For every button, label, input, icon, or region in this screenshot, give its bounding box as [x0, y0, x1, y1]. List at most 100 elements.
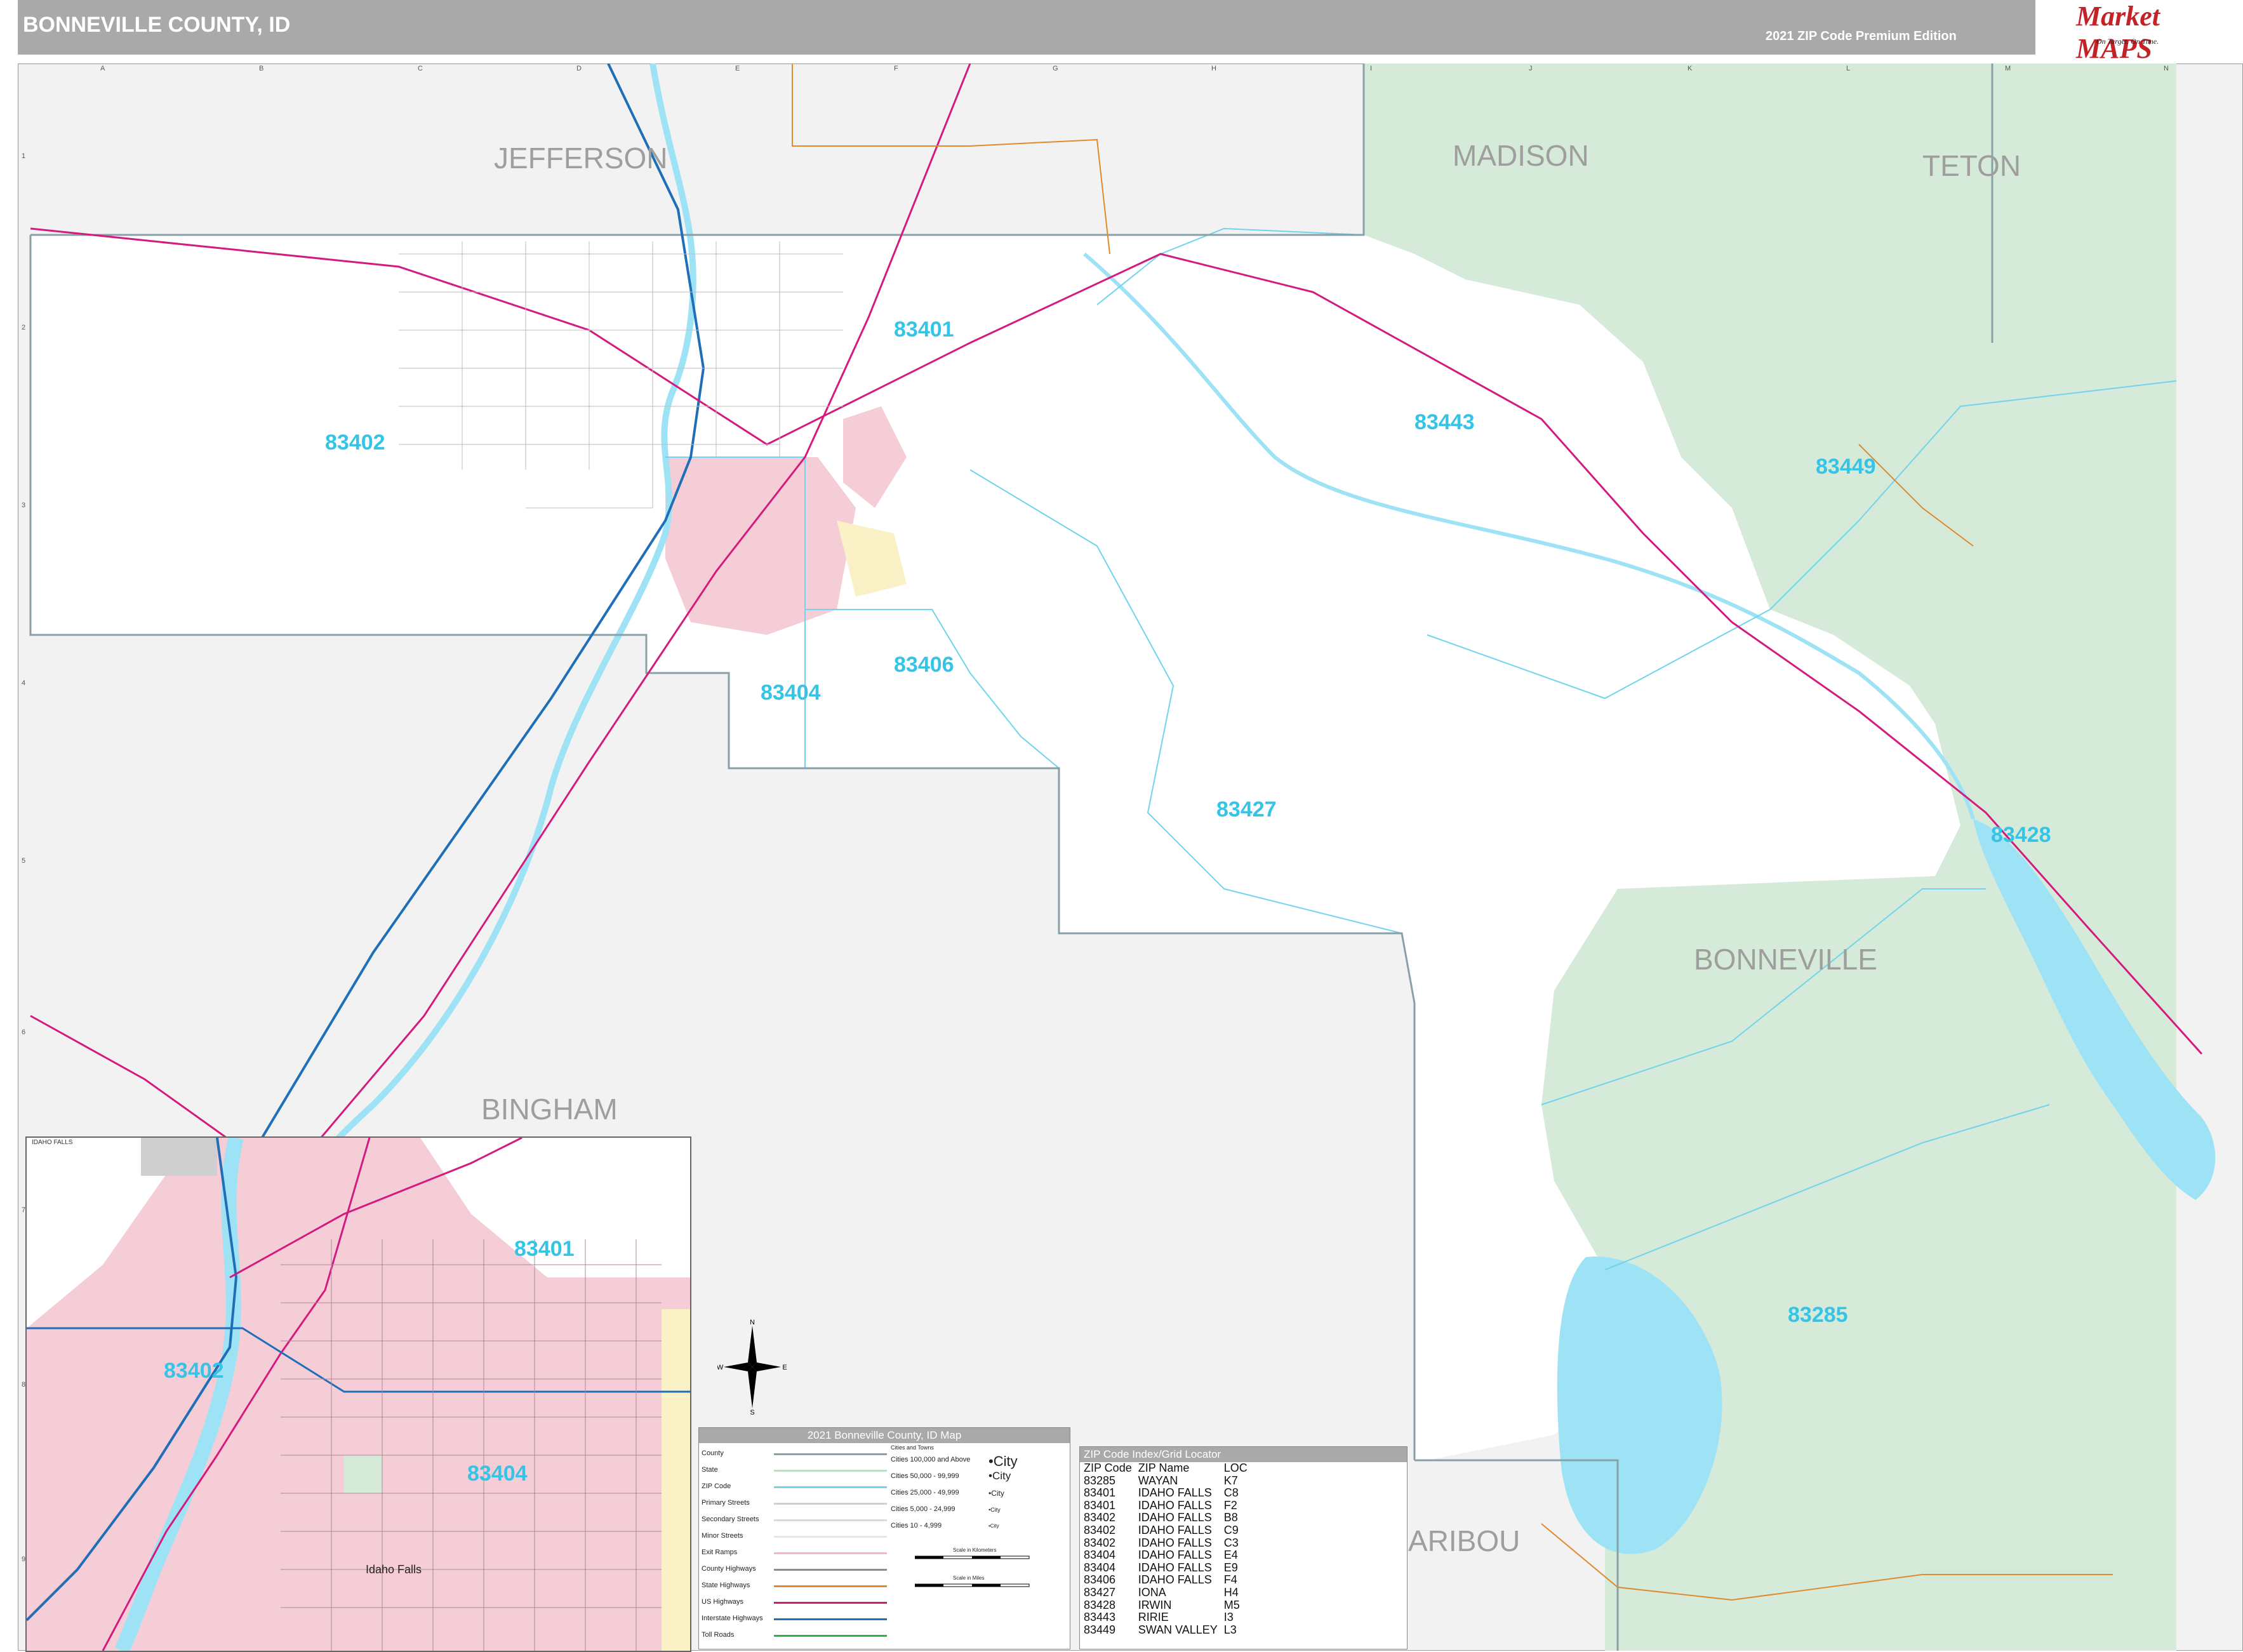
table-cell: E9 [1223, 1561, 1238, 1574]
contact-info [2198, 0, 2242, 55]
inset-zip-label-83402: 83402 [164, 1359, 224, 1383]
zip-index-title: ZIP Code Index/Grid Locator [1080, 1447, 1407, 1462]
legend-item-interstate: Interstate Highways [702, 1615, 763, 1622]
table-row: 83401 IDAHO FALLS C8 [1084, 1487, 1254, 1500]
table-cell: F4 [1223, 1573, 1237, 1587]
legend-item-us-hwy: US Highways [702, 1598, 744, 1606]
grid-col-a: A [100, 65, 105, 72]
inset-svg [27, 1138, 690, 1651]
legend-symbol-county-hwy [774, 1569, 887, 1571]
table-cell: K7 [1223, 1474, 1238, 1487]
grid-col-g: G [1053, 65, 1058, 72]
zip-label-83406: 83406 [894, 653, 954, 677]
legend-symbol-exit-ramps [774, 1552, 887, 1554]
table-row: 83404 IDAHO FALLS E4 [1084, 1549, 1254, 1562]
grid-col-j: J [1529, 65, 1533, 72]
zip-label-83404: 83404 [761, 681, 821, 705]
table-cell: C8 [1223, 1486, 1239, 1500]
legend-symbol-secondary [774, 1519, 887, 1521]
table-cell: 83449 [1084, 1623, 1116, 1636]
legend-symbol-minor [774, 1536, 887, 1538]
table-cell: IDAHO FALLS [1138, 1486, 1212, 1500]
legend-cities-header: Cities and Towns [891, 1444, 934, 1451]
county-label-teton: TETON [1922, 149, 2021, 182]
table-cell: 83443 [1084, 1611, 1116, 1624]
county-label-bonneville: BONNEVILLE [1694, 943, 1877, 976]
zip-index-header-name: ZIP Name [1138, 1462, 1190, 1474]
zip-index-header-loc: LOC [1223, 1462, 1248, 1474]
grid-col-d: D [576, 65, 582, 72]
legend-item-state-hwy: State Highways [702, 1582, 750, 1589]
table-cell: RIRIE [1138, 1611, 1169, 1624]
legend-city-class-3: Cities 25,000 - 49,999 [891, 1489, 959, 1496]
legend-item-zip: ZIP Code [702, 1482, 731, 1490]
table-row: 83443 RIRIE I3 [1084, 1611, 1254, 1624]
inset-city-label-idaho-falls: Idaho Falls [366, 1563, 422, 1576]
table-row: 83406 IDAHO FALLS F4 [1084, 1574, 1254, 1587]
legend-symbol-county [774, 1453, 887, 1455]
legend-symbol-state-hwy [774, 1585, 887, 1587]
table-cell: SWAN VALLEY [1138, 1623, 1218, 1636]
grid-col-l: L [1846, 65, 1851, 72]
legend-scale-mi: Scale in Miles [953, 1575, 985, 1581]
grid-col-b: B [259, 65, 264, 72]
zip-label-83449: 83449 [1816, 455, 1876, 479]
table-row: 83449 SWAN VALLEY L3 [1084, 1623, 1254, 1637]
legend-item-primary: Primary Streets [702, 1499, 750, 1507]
logo-tagline: On Target. On Time. [2096, 37, 2159, 46]
legend-symbol-zip [774, 1486, 887, 1488]
table-row: 83285 WAYAN K7 [1084, 1474, 1254, 1488]
grid-col-m: M [2005, 65, 2011, 72]
urban-area [665, 457, 856, 635]
legend-city-sample-1: •City [988, 1453, 1018, 1469]
table-cell: 83402 [1084, 1536, 1116, 1549]
zip-label-83402: 83402 [325, 430, 385, 455]
table-cell: IDAHO FALLS [1138, 1511, 1212, 1524]
zip-index-header-zip: ZIP Code [1084, 1462, 1132, 1474]
grid-row-4: 4 [22, 679, 26, 687]
table-cell: F2 [1223, 1498, 1237, 1512]
legend-city-sample-2: •City [988, 1470, 1011, 1482]
table-cell: 83406 [1084, 1573, 1116, 1587]
legend-city-class-1: Cities 100,000 and Above [891, 1456, 971, 1463]
legend-title: 2021 Bonneville County, ID Map [699, 1428, 1070, 1443]
grid-row-1: 1 [22, 152, 26, 160]
legend-symbol-interstate [774, 1618, 887, 1620]
compass-n: N [750, 1319, 755, 1326]
map-title: BONNEVILLE COUNTY, ID [23, 13, 291, 37]
table-cell: IDAHO FALLS [1138, 1573, 1212, 1587]
table-cell: IDAHO FALLS [1138, 1561, 1212, 1574]
forest-area-south [1618, 1479, 2176, 1651]
legend-symbol-state [774, 1470, 887, 1472]
legend-symbol-toll [774, 1635, 887, 1637]
table-cell: 83428 [1084, 1598, 1116, 1611]
table-row: 83427 IONA H4 [1084, 1586, 1254, 1599]
table-cell: IDAHO FALLS [1138, 1523, 1212, 1536]
table-cell: 83404 [1084, 1549, 1116, 1562]
table-cell: I3 [1223, 1611, 1234, 1624]
map-header: BONNEVILLE COUNTY, ID 2021 ZIP Code Prem… [18, 0, 2035, 55]
table-row: 83402 IDAHO FALLS C9 [1084, 1524, 1254, 1537]
legend-city-class-5: Cities 10 - 4,999 [891, 1522, 942, 1529]
zip-label-83443: 83443 [1414, 410, 1475, 434]
zip-index-table: ZIP Code ZIP Name LOC 83285 WAYAN K7 83401… [1084, 1462, 1254, 1636]
zip-label-83401: 83401 [894, 317, 954, 342]
grid-row-5: 5 [22, 857, 26, 865]
legend-city-class-4: Cities 5,000 - 24,999 [891, 1505, 955, 1513]
grid-col-e: E [735, 65, 740, 72]
zip-label-83427: 83427 [1216, 797, 1277, 822]
inset-map-idaho-falls[interactable]: IDAHO FALLS 83401 83402 83404 Idaho Fall… [25, 1136, 691, 1652]
table-cell: 83401 [1084, 1498, 1116, 1512]
legend-item-county-hwy: County Highways [702, 1565, 756, 1573]
legend-city-class-2: Cities 50,000 - 99,999 [891, 1472, 959, 1480]
county-label-bingham: BINGHAM [481, 1093, 618, 1126]
compass-e: E [782, 1364, 787, 1371]
table-cell: 83401 [1084, 1486, 1116, 1500]
county-label-caribou: ARIBOU [1408, 1524, 1521, 1557]
legend-city-sample-5: •City [988, 1523, 999, 1529]
grid-col-f: F [894, 65, 898, 72]
map-legend: 2021 Bonneville County, ID Map County St… [698, 1427, 1070, 1649]
legend-item-county: County [702, 1449, 724, 1457]
table-row: 83402 IDAHO FALLS B8 [1084, 1512, 1254, 1524]
inset-zip-label-83401: 83401 [514, 1237, 575, 1261]
